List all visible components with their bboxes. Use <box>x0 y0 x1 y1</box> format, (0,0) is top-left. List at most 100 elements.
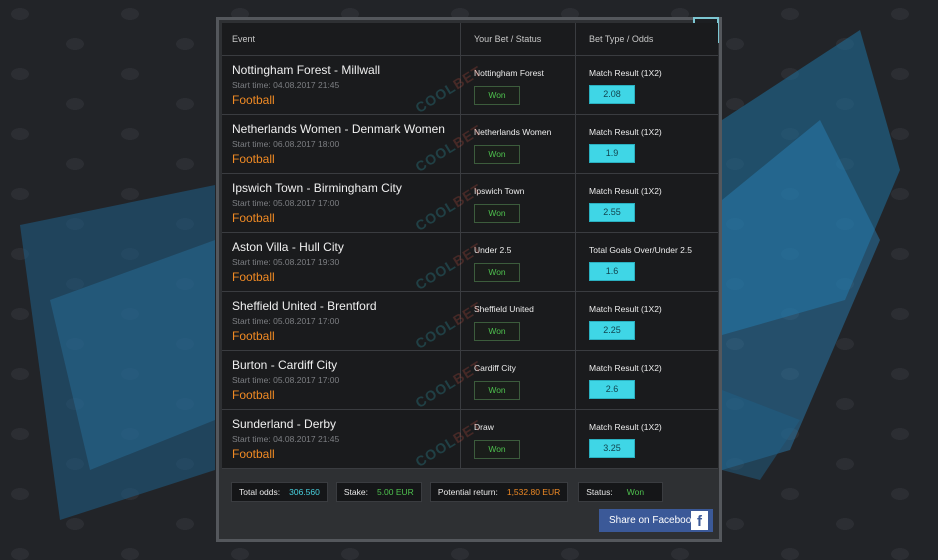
your-bet-cell: Ipswich Town Won <box>461 174 576 232</box>
facebook-icon: f <box>691 511 708 530</box>
header-bet-type: Bet Type / Odds <box>589 34 654 44</box>
odds-badge: 2.6 <box>589 380 635 399</box>
event-name: Aston Villa - Hull City <box>232 240 344 254</box>
event-name: Nottingham Forest - Millwall <box>232 63 381 77</box>
status-summary-label: Status: <box>586 487 613 497</box>
odds-badge: 1.9 <box>589 144 635 163</box>
odds-badge: 2.55 <box>589 203 635 222</box>
bet-summary: Total odds: 306.560 Stake: 5.00 EUR Pote… <box>231 482 664 502</box>
bet-type-cell: Match Result (1X2) 1.9 <box>576 115 718 173</box>
share-facebook-label: Share on Facebook <box>609 515 697 526</box>
potential-return-value: 1,532.80 EUR <box>506 487 561 497</box>
event-cell: Aston Villa - Hull City Start time: 05.0… <box>222 233 461 291</box>
odds-badge: 3.25 <box>589 439 635 458</box>
event-sport: Football <box>232 388 275 402</box>
share-facebook-button[interactable]: Share on Facebook f <box>599 509 713 532</box>
table-row: Burton - Cardiff City Start time: 05.08.… <box>222 351 718 411</box>
bet-type: Match Result (1X2) <box>589 68 662 78</box>
event-cell: Burton - Cardiff City Start time: 05.08.… <box>222 351 461 409</box>
event-start-time: Start time: 04.08.2017 21:45 <box>232 434 340 444</box>
stake-value: 5.00 EUR <box>376 487 414 497</box>
bet-type-cell: Match Result (1X2) 2.6 <box>576 351 718 409</box>
event-start-time: Start time: 05.08.2017 17:00 <box>232 198 340 208</box>
table-row: Aston Villa - Hull City Start time: 05.0… <box>222 233 718 293</box>
stake-label: Stake: <box>343 487 368 497</box>
bet-pick: Netherlands Women <box>474 127 552 137</box>
event-cell: Ipswich Town - Birmingham City Start tim… <box>222 174 461 232</box>
bet-status-badge: Won <box>474 204 520 223</box>
event-start-time: Start time: 06.08.2017 18:00 <box>232 139 340 149</box>
table-row: Sunderland - Derby Start time: 04.08.201… <box>222 410 718 470</box>
potential-return-box: Potential return: 1,532.80 EUR <box>429 482 569 502</box>
bet-status-badge: Won <box>474 381 520 400</box>
event-sport: Football <box>232 152 275 166</box>
bet-type-cell: Match Result (1X2) 2.55 <box>576 174 718 232</box>
odds-badge: 2.25 <box>589 321 635 340</box>
table-header: Event Your Bet / Status Bet Type / Odds <box>222 23 718 56</box>
event-sport: Football <box>232 270 275 284</box>
status-summary-value: Won <box>626 487 645 497</box>
bet-pick: Under 2.5 <box>474 245 512 255</box>
bet-pick: Sheffield United <box>474 304 534 314</box>
bet-status-badge: Won <box>474 440 520 459</box>
bet-status-badge: Won <box>474 145 520 164</box>
event-name: Sheffield United - Brentford <box>232 299 377 313</box>
bet-slip-modal: × Event Your Bet / Status Bet Type / Odd… <box>216 17 722 542</box>
header-your-bet: Your Bet / Status <box>461 23 576 55</box>
bet-status-badge: Won <box>474 322 520 341</box>
bet-type-cell: Match Result (1X2) 2.25 <box>576 292 718 350</box>
bet-pick: Draw <box>474 422 494 432</box>
bet-pick: Cardiff City <box>474 363 516 373</box>
event-cell: Sheffield United - Brentford Start time:… <box>222 292 461 350</box>
event-start-time: Start time: 05.08.2017 17:00 <box>232 375 340 385</box>
bet-type: Match Result (1X2) <box>589 127 662 137</box>
bet-type: Total Goals Over/Under 2.5 <box>589 245 692 255</box>
odds-badge: 2.08 <box>589 85 635 104</box>
event-cell: Sunderland - Derby Start time: 04.08.201… <box>222 410 461 468</box>
bet-type-cell: Match Result (1X2) 3.25 <box>576 410 718 468</box>
event-sport: Football <box>232 93 275 107</box>
total-odds-label: Total odds: <box>239 487 281 497</box>
bet-pick: Ipswich Town <box>474 186 525 196</box>
header-event: Event <box>222 23 461 55</box>
table-row: Sheffield United - Brentford Start time:… <box>222 292 718 352</box>
table-body: Nottingham Forest - Millwall Start time:… <box>222 56 718 470</box>
event-cell: Netherlands Women - Denmark Women Start … <box>222 115 461 173</box>
your-bet-cell: Netherlands Women Won <box>461 115 576 173</box>
total-odds-box: Total odds: 306.560 <box>231 482 328 502</box>
your-bet-cell: Draw Won <box>461 410 576 468</box>
event-sport: Football <box>232 211 275 225</box>
status-summary-box: Status: Won <box>578 482 664 502</box>
event-sport: Football <box>232 447 275 461</box>
bet-type: Match Result (1X2) <box>589 186 662 196</box>
your-bet-cell: Nottingham Forest Won <box>461 56 576 114</box>
odds-badge: 1.6 <box>589 262 635 281</box>
your-bet-cell: Cardiff City Won <box>461 351 576 409</box>
event-start-time: Start time: 05.08.2017 19:30 <box>232 257 340 267</box>
event-cell: Nottingham Forest - Millwall Start time:… <box>222 56 461 114</box>
table-row: Nottingham Forest - Millwall Start time:… <box>222 56 718 116</box>
bet-type: Match Result (1X2) <box>589 304 662 314</box>
bet-type-cell: Total Goals Over/Under 2.5 1.6 <box>576 233 718 291</box>
bet-status-badge: Won <box>474 86 520 105</box>
event-sport: Football <box>232 329 275 343</box>
bet-type: Match Result (1X2) <box>589 363 662 373</box>
event-start-time: Start time: 05.08.2017 17:00 <box>232 316 340 326</box>
event-name: Burton - Cardiff City <box>232 358 338 372</box>
stake-box: Stake: 5.00 EUR <box>335 482 422 502</box>
bet-type: Match Result (1X2) <box>589 422 662 432</box>
event-name: Ipswich Town - Birmingham City <box>232 181 402 195</box>
table-row: Ipswich Town - Birmingham City Start tim… <box>222 174 718 234</box>
bets-table: Event Your Bet / Status Bet Type / Odds … <box>222 23 718 470</box>
table-row: Netherlands Women - Denmark Women Start … <box>222 115 718 175</box>
bet-type-cell: Match Result (1X2) 2.08 <box>576 56 718 114</box>
potential-return-label: Potential return: <box>437 487 498 497</box>
event-name: Netherlands Women - Denmark Women <box>232 122 445 136</box>
event-start-time: Start time: 04.08.2017 21:45 <box>232 80 340 90</box>
bet-status-badge: Won <box>474 263 520 282</box>
your-bet-cell: Under 2.5 Won <box>461 233 576 291</box>
bet-pick: Nottingham Forest <box>474 68 544 78</box>
your-bet-cell: Sheffield United Won <box>461 292 576 350</box>
total-odds-value: 306.560 <box>289 487 320 497</box>
event-name: Sunderland - Derby <box>232 417 337 431</box>
